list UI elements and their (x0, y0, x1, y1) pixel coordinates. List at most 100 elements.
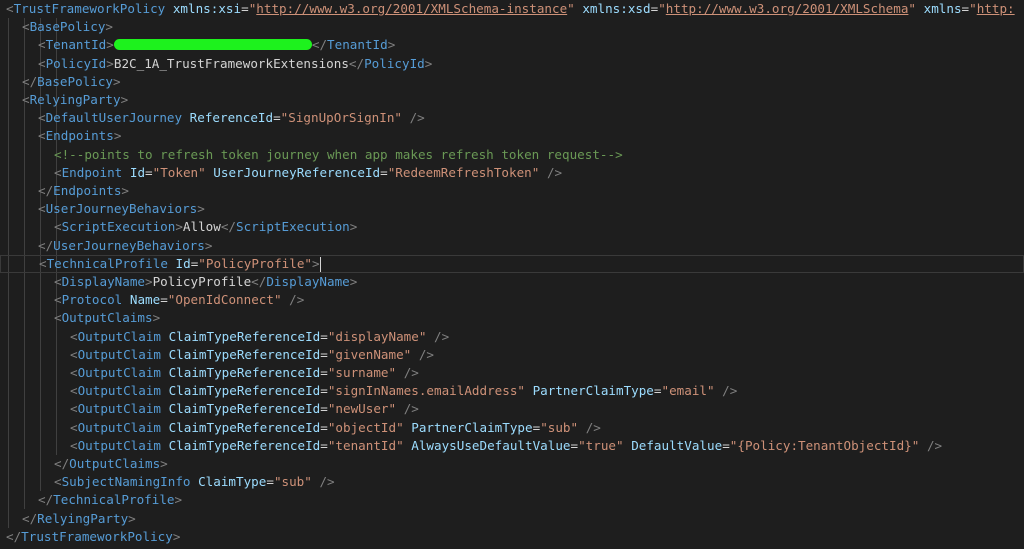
code-line[interactable]: <RelyingParty> (0, 91, 1024, 109)
code-line[interactable]: <ScriptExecution>Allow</ScriptExecution> (0, 218, 1024, 236)
token-url: http://www.w3.org/2001/XMLSchema-instanc… (256, 1, 568, 16)
token-text: = (380, 164, 388, 180)
token-text: = (273, 110, 281, 126)
token-tag: OutputClaims (61, 310, 153, 326)
token-attr: ClaimTypeReferenceId (168, 419, 321, 435)
token-string: "PolicyProfile" (198, 255, 313, 271)
code-line[interactable]: <DefaultUserJourney ReferenceId="SignUpO… (0, 109, 1024, 127)
code-line[interactable]: <DisplayName>PolicyProfile</DisplayName> (0, 273, 1024, 291)
code-line[interactable]: </UserJourneyBehaviors> (0, 237, 1024, 255)
token-string: "tenantId" (327, 437, 404, 453)
code-line[interactable]: <OutputClaim ClaimTypeReferenceId="given… (0, 346, 1024, 364)
code-line[interactable]: </TrustFrameworkPolicy> (0, 528, 1024, 546)
code-line[interactable]: <UserJourneyBehaviors> (0, 200, 1024, 218)
code-line[interactable]: <SubjectNamingInfo ClaimType="sub" /> (0, 473, 1024, 491)
token-tag: OutputClaim (77, 383, 161, 399)
token-punct: > (387, 37, 396, 53)
code-line[interactable]: <OutputClaim ClaimTypeReferenceId="tenan… (0, 437, 1024, 455)
token-punct: > (145, 274, 153, 289)
token-attr: DefaultValue (631, 437, 723, 453)
code-line[interactable]: <!--points to refresh token journey when… (0, 146, 1024, 164)
token-punct: > (172, 528, 181, 544)
code-line[interactable]: <Endpoint Id="Token" UserJourneyReferenc… (0, 164, 1024, 182)
token-string: "signInNames.emailAddress" (327, 383, 525, 399)
code-line-current[interactable]: <TechnicalProfile Id="PolicyProfile"> (0, 254, 1024, 273)
token-punct: </ (38, 237, 54, 253)
code-line[interactable]: <OutputClaim ClaimTypeReferenceId="surna… (0, 364, 1024, 382)
token-punct: < (39, 255, 47, 271)
code-line[interactable]: </OutputClaims> (0, 455, 1024, 473)
token-tag: BasePolicy (29, 19, 106, 35)
code-line[interactable]: </Endpoints> (0, 182, 1024, 200)
code-line[interactable]: </RelyingParty> (0, 510, 1024, 528)
token-punct: < (54, 310, 62, 326)
token-attr: xmlns:xsd (582, 1, 651, 16)
token-punct: < (38, 55, 46, 71)
token-tag: SubjectNamingInfo (61, 474, 191, 490)
code-line[interactable]: <TenantId> </TenantId> (0, 36, 1024, 54)
token-punct: > (113, 73, 121, 89)
token-url: http://www.w3.org/2001/XMLSchema (665, 1, 909, 16)
token-punct: /> (403, 365, 419, 380)
token-punct: > (312, 255, 320, 271)
code-line[interactable]: <OutputClaim ClaimTypeReferenceId="displ… (0, 328, 1024, 346)
code-line[interactable]: <Endpoints> (0, 127, 1024, 145)
token-punct: > (424, 55, 433, 71)
token-tag: Endpoints (53, 183, 122, 198)
code-line[interactable]: <OutputClaim ClaimTypeReferenceId="objec… (0, 419, 1024, 437)
token-tag: OutputClaim (77, 437, 161, 453)
code-line[interactable]: <Protocol Name="OpenIdConnect" /> (0, 291, 1024, 309)
token-punct: > (152, 310, 161, 326)
code-editor[interactable]: <TrustFrameworkPolicy xmlns:xsi="http://… (0, 0, 1024, 549)
token-tag: OutputClaim (77, 419, 161, 435)
token-tag: TechnicalProfile (53, 492, 175, 508)
token-tag: Endpoint (61, 164, 123, 180)
token-string: "sub" (540, 419, 579, 435)
token-punct: > (128, 510, 136, 526)
token-tag: ScriptExecution (61, 219, 176, 235)
token-string: "sub" (273, 474, 312, 490)
code-line[interactable]: <BasePolicy> (0, 18, 1024, 36)
token-punct: </ (38, 183, 54, 198)
token-string: "displayName" (327, 328, 427, 344)
token-punct: < (38, 37, 46, 53)
code-line[interactable]: </BasePolicy> (0, 73, 1024, 91)
token-text: = (266, 474, 274, 490)
token-punct: < (70, 401, 78, 417)
token-string: "objectId" (327, 419, 404, 435)
token-punct: </ (38, 492, 54, 508)
code-line[interactable]: <TrustFrameworkPolicy xmlns:xsi="http://… (0, 0, 1024, 18)
token-string: "givenName" (327, 346, 412, 362)
token-punct: < (22, 92, 30, 107)
code-line[interactable]: <OutputClaims> (0, 309, 1024, 327)
token-tag: TenantId (45, 37, 107, 53)
token-punct: > (106, 37, 114, 53)
token-punct: > (160, 456, 168, 471)
token-tag: DefaultUserJourney (45, 110, 183, 126)
token-attr: ClaimTypeReferenceId (168, 328, 321, 344)
code-line[interactable]: <PolicyId>B2C_1A_TrustFrameworkExtension… (0, 55, 1024, 73)
code-line[interactable]: </TechnicalProfile> (0, 491, 1024, 509)
code-line[interactable]: <OutputClaim ClaimTypeReferenceId="signI… (0, 382, 1024, 400)
token-punct: </ (6, 528, 22, 544)
token-punct: </ (54, 456, 70, 471)
token-attr: AlwaysUseDefaultValue (411, 437, 571, 453)
token-attr: UserJourneyReferenceId (213, 164, 381, 180)
token-punct: > (197, 201, 205, 217)
token-tag: ScriptExecution (236, 219, 350, 235)
code-line[interactable]: <OutputClaim ClaimTypeReferenceId="newUs… (0, 400, 1024, 418)
token-punct: </ (348, 55, 365, 71)
token-tag: TechnicalProfile (46, 255, 168, 271)
token-string: "OpenIdConnect" (167, 292, 282, 308)
token-punct: > (120, 92, 129, 107)
token-attr: ClaimTypeReferenceId (168, 346, 321, 362)
token-tag: UserJourneyBehaviors (53, 237, 205, 253)
